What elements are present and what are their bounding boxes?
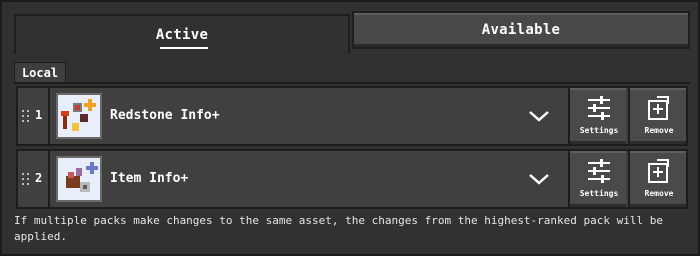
settings-sliders-icon bbox=[587, 95, 611, 121]
drag-handle-icon[interactable] bbox=[22, 173, 34, 187]
pack-rank: 1 bbox=[35, 108, 43, 122]
pack-name: Item Info+ bbox=[110, 171, 189, 186]
settings-sliders-icon bbox=[587, 158, 611, 184]
pack-row-item-info[interactable]: 2 Item Info+ Settings Remove bbox=[16, 149, 688, 209]
resource-packs-panel: Active Available Local 1 Redstone Info+ … bbox=[0, 0, 700, 256]
settings-button[interactable]: Settings bbox=[568, 151, 626, 207]
pack-rank: 2 bbox=[35, 171, 43, 185]
remove-button[interactable]: Remove bbox=[628, 88, 686, 144]
tab-active-underline bbox=[160, 47, 208, 49]
remove-button-label: Remove bbox=[644, 189, 674, 198]
pack-name: Redstone Info+ bbox=[110, 108, 220, 123]
settings-button-label: Settings bbox=[579, 126, 619, 135]
remove-icon bbox=[647, 95, 671, 121]
settings-button-label: Settings bbox=[579, 189, 619, 198]
remove-button-label: Remove bbox=[644, 126, 674, 135]
tab-available[interactable]: Available bbox=[352, 11, 690, 49]
pack-tabs: Active Available bbox=[14, 11, 690, 54]
local-section-label: Local bbox=[14, 62, 66, 82]
chevron-down-icon[interactable] bbox=[528, 108, 550, 124]
section-divider bbox=[14, 82, 690, 84]
remove-icon bbox=[647, 158, 671, 184]
chevron-down-icon[interactable] bbox=[528, 171, 550, 187]
settings-button[interactable]: Settings bbox=[568, 88, 626, 144]
priority-note: If multiple packs make changes to the sa… bbox=[14, 214, 664, 243]
tab-active[interactable]: Active bbox=[14, 14, 350, 54]
redstone-info-pack-icon bbox=[56, 93, 102, 139]
remove-button[interactable]: Remove bbox=[628, 151, 686, 207]
tab-active-label: Active bbox=[155, 27, 209, 43]
drag-handle-icon[interactable] bbox=[22, 110, 34, 124]
item-info-pack-icon bbox=[56, 156, 102, 202]
row-divider bbox=[48, 88, 50, 144]
tab-available-label: Available bbox=[481, 22, 561, 38]
pack-row-redstone-info[interactable]: 1 Redstone Info+ Settings Remove bbox=[16, 86, 688, 146]
row-divider bbox=[48, 151, 50, 207]
